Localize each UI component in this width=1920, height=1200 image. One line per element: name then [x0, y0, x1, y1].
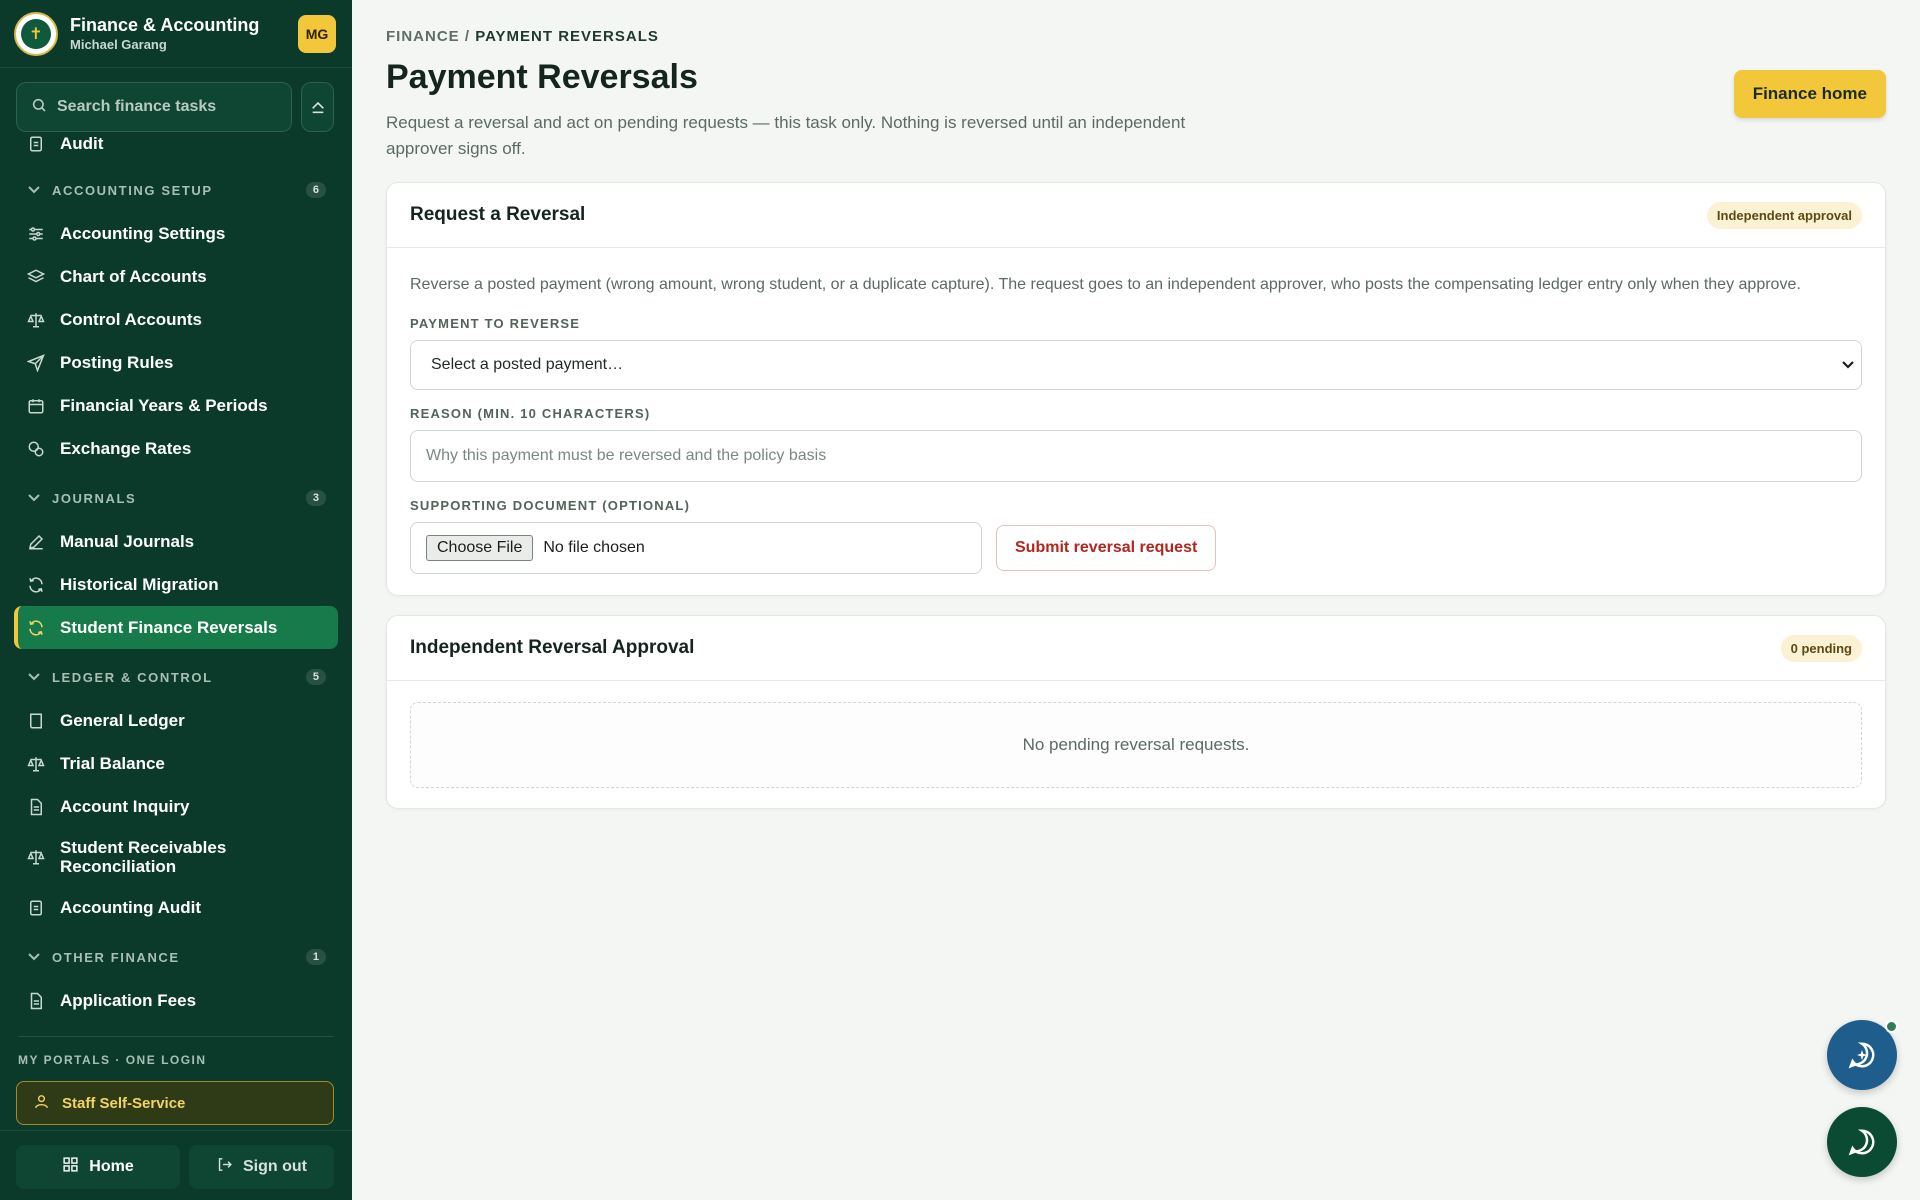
payment-label: PAYMENT TO REVERSE	[410, 316, 581, 331]
search-icon	[31, 97, 47, 118]
file-status: No file chosen	[543, 539, 645, 556]
app-title: Finance & Accounting	[70, 14, 260, 35]
section-other-finance[interactable]: OTHER FINANCE 1	[14, 935, 338, 979]
sidebar-item-trial-balance[interactable]: Trial Balance	[14, 742, 338, 785]
grid-icon	[62, 1156, 79, 1178]
sign-out-button[interactable]: Sign out	[189, 1145, 334, 1189]
clipboard-icon	[26, 898, 46, 918]
section-count: 6	[305, 182, 326, 198]
divider	[18, 1036, 334, 1037]
sidebar-item-accounting-settings[interactable]: Accounting Settings	[14, 212, 338, 255]
reason-label: REASON (MIN. 10 CHARACTERS)	[410, 406, 651, 421]
send-icon	[26, 353, 46, 373]
sidebar-item-chart-of-accounts[interactable]: Chart of Accounts	[14, 255, 338, 298]
section-count: 3	[305, 490, 326, 506]
avatar[interactable]: MG	[298, 14, 336, 53]
clipboard-icon	[26, 134, 46, 154]
section-ledger-control[interactable]: LEDGER & CONTROL 5	[14, 655, 338, 699]
scale-icon	[26, 310, 46, 330]
pending-count-badge: 0 pending	[1780, 634, 1862, 662]
ai-chat-icon	[1848, 1042, 1875, 1069]
chevron-down-icon	[28, 494, 40, 502]
home-button[interactable]: Home	[16, 1145, 180, 1189]
sidebar-item-student-receivables-reconciliation[interactable]: Student Receivables Reconciliation	[14, 828, 338, 886]
staff-self-service-button[interactable]: Staff Self-Service	[16, 1081, 334, 1125]
refresh-icon	[26, 618, 46, 638]
sidebar-item-exchange-rates[interactable]: Exchange Rates	[14, 427, 338, 470]
scale-icon	[26, 847, 46, 867]
sidebar-footer: Home Sign out	[0, 1130, 352, 1200]
chat-button[interactable]	[1827, 1107, 1897, 1177]
university-logo: ✝	[14, 11, 58, 56]
document-label: SUPPORTING DOCUMENT (OPTIONAL)	[410, 498, 691, 513]
sidebar-item-historical-migration[interactable]: Historical Migration	[14, 563, 338, 606]
card-title: Independent Reversal Approval	[410, 637, 695, 658]
request-reversal-card: Request a Reversal Independent approval …	[386, 182, 1886, 596]
sidebar-item-financial-years[interactable]: Financial Years & Periods	[14, 384, 338, 427]
scale-icon	[26, 754, 46, 774]
empty-state: No pending reversal requests.	[410, 702, 1862, 788]
sidebar-item-audit[interactable]: Audit	[14, 134, 338, 162]
chevron-down-icon	[28, 953, 40, 961]
document-icon	[26, 797, 46, 817]
logout-icon	[216, 1156, 233, 1178]
document-icon	[26, 991, 46, 1011]
pencil-icon	[26, 532, 46, 552]
sidebar-item-control-accounts[interactable]: Control Accounts	[14, 298, 338, 341]
section-accounting-setup[interactable]: ACCOUNTING SETUP 6	[14, 168, 338, 212]
card-title: Request a Reversal	[410, 204, 586, 225]
chevron-down-icon	[1841, 358, 1855, 377]
chevron-down-icon	[28, 673, 40, 681]
user-name: Michael Garang	[70, 36, 167, 52]
sidebar-item-manual-journals[interactable]: Manual Journals	[14, 520, 338, 563]
chevron-down-icon	[28, 186, 40, 194]
section-count: 1	[305, 949, 326, 965]
main-content: FINANCE / PAYMENT REVERSALS Payment Reve…	[352, 0, 1920, 1200]
book-icon	[26, 711, 46, 731]
choose-file-button[interactable]: Choose File	[426, 535, 534, 561]
coins-icon	[26, 439, 46, 459]
sliders-icon	[26, 224, 46, 244]
user-icon	[33, 1093, 50, 1114]
sidebar-item-account-inquiry[interactable]: Account Inquiry	[14, 785, 338, 828]
search-input[interactable]	[57, 98, 277, 116]
page-description: Request a reversal and act on pending re…	[386, 113, 1186, 158]
chevron-up-icon	[311, 101, 324, 114]
section-count: 5	[305, 669, 326, 685]
online-indicator	[1885, 1020, 1898, 1033]
breadcrumb-root[interactable]: FINANCE	[386, 28, 460, 45]
refresh-icon	[26, 575, 46, 595]
sidebar: ✝ Finance & Accounting Michael Garang MG…	[0, 0, 352, 1200]
reason-input[interactable]	[426, 447, 1846, 465]
sidebar-header: ✝ Finance & Accounting Michael Garang MG	[0, 0, 352, 68]
breadcrumb: FINANCE / PAYMENT REVERSALS	[386, 28, 659, 45]
sidebar-item-accounting-audit[interactable]: Accounting Audit	[14, 886, 338, 929]
page-title: Payment Reversals	[386, 58, 698, 96]
submit-reversal-button[interactable]: Submit reversal request	[996, 525, 1217, 571]
card-intro: Reverse a posted payment (wrong amount, …	[410, 276, 1801, 293]
finance-home-button[interactable]: Finance home	[1733, 70, 1886, 118]
file-input: Choose File No file chosen	[410, 522, 982, 574]
search-box[interactable]	[16, 82, 292, 132]
portals-header: MY PORTALS · ONE LOGIN	[18, 1053, 207, 1067]
section-journals[interactable]: JOURNALS 3	[14, 476, 338, 520]
sidebar-item-general-ledger[interactable]: General Ledger	[14, 699, 338, 742]
collapse-button[interactable]	[301, 82, 334, 132]
sidebar-nav: Audit ACCOUNTING SETUP 6 Accounting Sett…	[0, 134, 352, 1029]
chat-icon	[1848, 1129, 1875, 1156]
sidebar-item-student-finance-reversals[interactable]: Student Finance Reversals	[14, 606, 338, 649]
sidebar-item-application-fees[interactable]: Application Fees	[14, 979, 338, 1022]
sidebar-item-posting-rules[interactable]: Posting Rules	[14, 341, 338, 384]
calendar-icon	[26, 396, 46, 416]
approval-card: Independent Reversal Approval 0 pending …	[386, 615, 1886, 809]
status-badge: Independent approval	[1706, 201, 1862, 229]
breadcrumb-current: PAYMENT REVERSALS	[475, 28, 659, 45]
payment-select[interactable]: Select a posted payment…	[410, 340, 1862, 390]
layers-icon	[26, 267, 46, 287]
